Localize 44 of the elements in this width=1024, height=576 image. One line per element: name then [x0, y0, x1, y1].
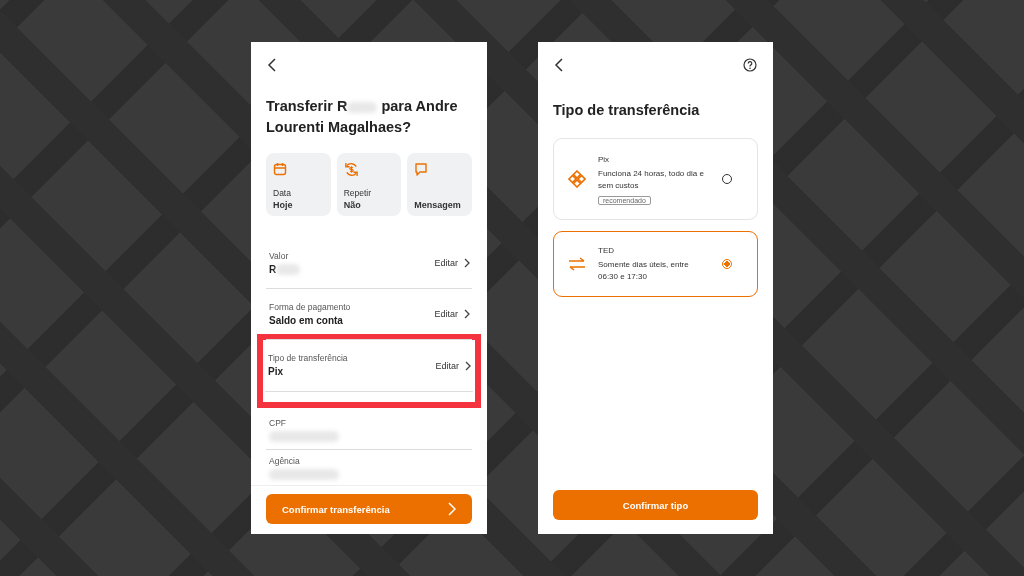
option-name: Pix	[598, 153, 610, 166]
field-value: Pix	[268, 366, 283, 377]
back-icon[interactable]	[267, 58, 277, 72]
screen-title: Transferir R para Andre Lourenti Magalhaes?	[266, 97, 459, 137]
back-icon[interactable]	[554, 58, 564, 72]
list-row[interactable]: Valor R Editar	[266, 238, 472, 289]
shortcut-card[interactable]: Mensagem	[407, 153, 472, 216]
list-row[interactable]: Tipo de transferência Pix Editar	[265, 340, 473, 392]
shortcut-label: Data	[273, 188, 292, 198]
radio-button[interactable]	[722, 259, 732, 269]
edit-link[interactable]: Editar	[434, 309, 458, 319]
list-row[interactable]: Agência	[266, 450, 472, 481]
help-icon[interactable]	[743, 58, 757, 72]
field-label: Forma de pagamento	[269, 301, 352, 312]
swap-arrows-icon	[568, 257, 586, 271]
shortcut-value: Não	[343, 200, 362, 210]
option-description: Funciona 24 horas, todo dia e sem custos	[598, 167, 705, 192]
field-value: R	[269, 263, 277, 275]
calendar-icon	[273, 162, 287, 176]
chevron-right-icon	[448, 502, 456, 516]
edit-link[interactable]: Editar	[435, 360, 459, 371]
list-row[interactable]: Forma de pagamento Saldo em conta Editar	[266, 289, 472, 340]
shortcut-value: Mensagem	[414, 200, 461, 210]
field-label: Agência	[269, 456, 301, 466]
diamond-pattern-icon	[568, 170, 586, 188]
edit-link[interactable]: Editar	[434, 258, 458, 268]
field-label: CPF	[269, 418, 287, 428]
field-label: Tipo de transferência	[268, 353, 349, 363]
chevron-right-icon[interactable]	[464, 258, 470, 268]
option-description: Somente dias úteis, entre 06:30 e 17:30	[598, 259, 690, 283]
shortcut-label: Repetir	[343, 188, 372, 198]
shortcut-value: Hoje	[273, 200, 293, 210]
shortcut-card[interactable]: Repetir Não	[336, 153, 402, 216]
shortcut-card[interactable]: Data Hoje	[266, 153, 331, 216]
chat-icon	[414, 162, 429, 176]
transfer-option-card[interactable]: TED Somente dias úteis, entre 06:30 e 17:30	[553, 231, 758, 297]
field-value: Saldo em conta	[269, 314, 343, 326]
repeat-money-icon	[343, 162, 359, 177]
chevron-right-icon[interactable]	[465, 360, 471, 371]
field-label: Valor	[269, 250, 290, 261]
screen-title: Tipo de transferência	[553, 101, 701, 120]
option-name: TED	[598, 245, 614, 257]
chevron-right-icon[interactable]	[464, 309, 470, 319]
list-row[interactable]: CPF	[266, 408, 472, 450]
